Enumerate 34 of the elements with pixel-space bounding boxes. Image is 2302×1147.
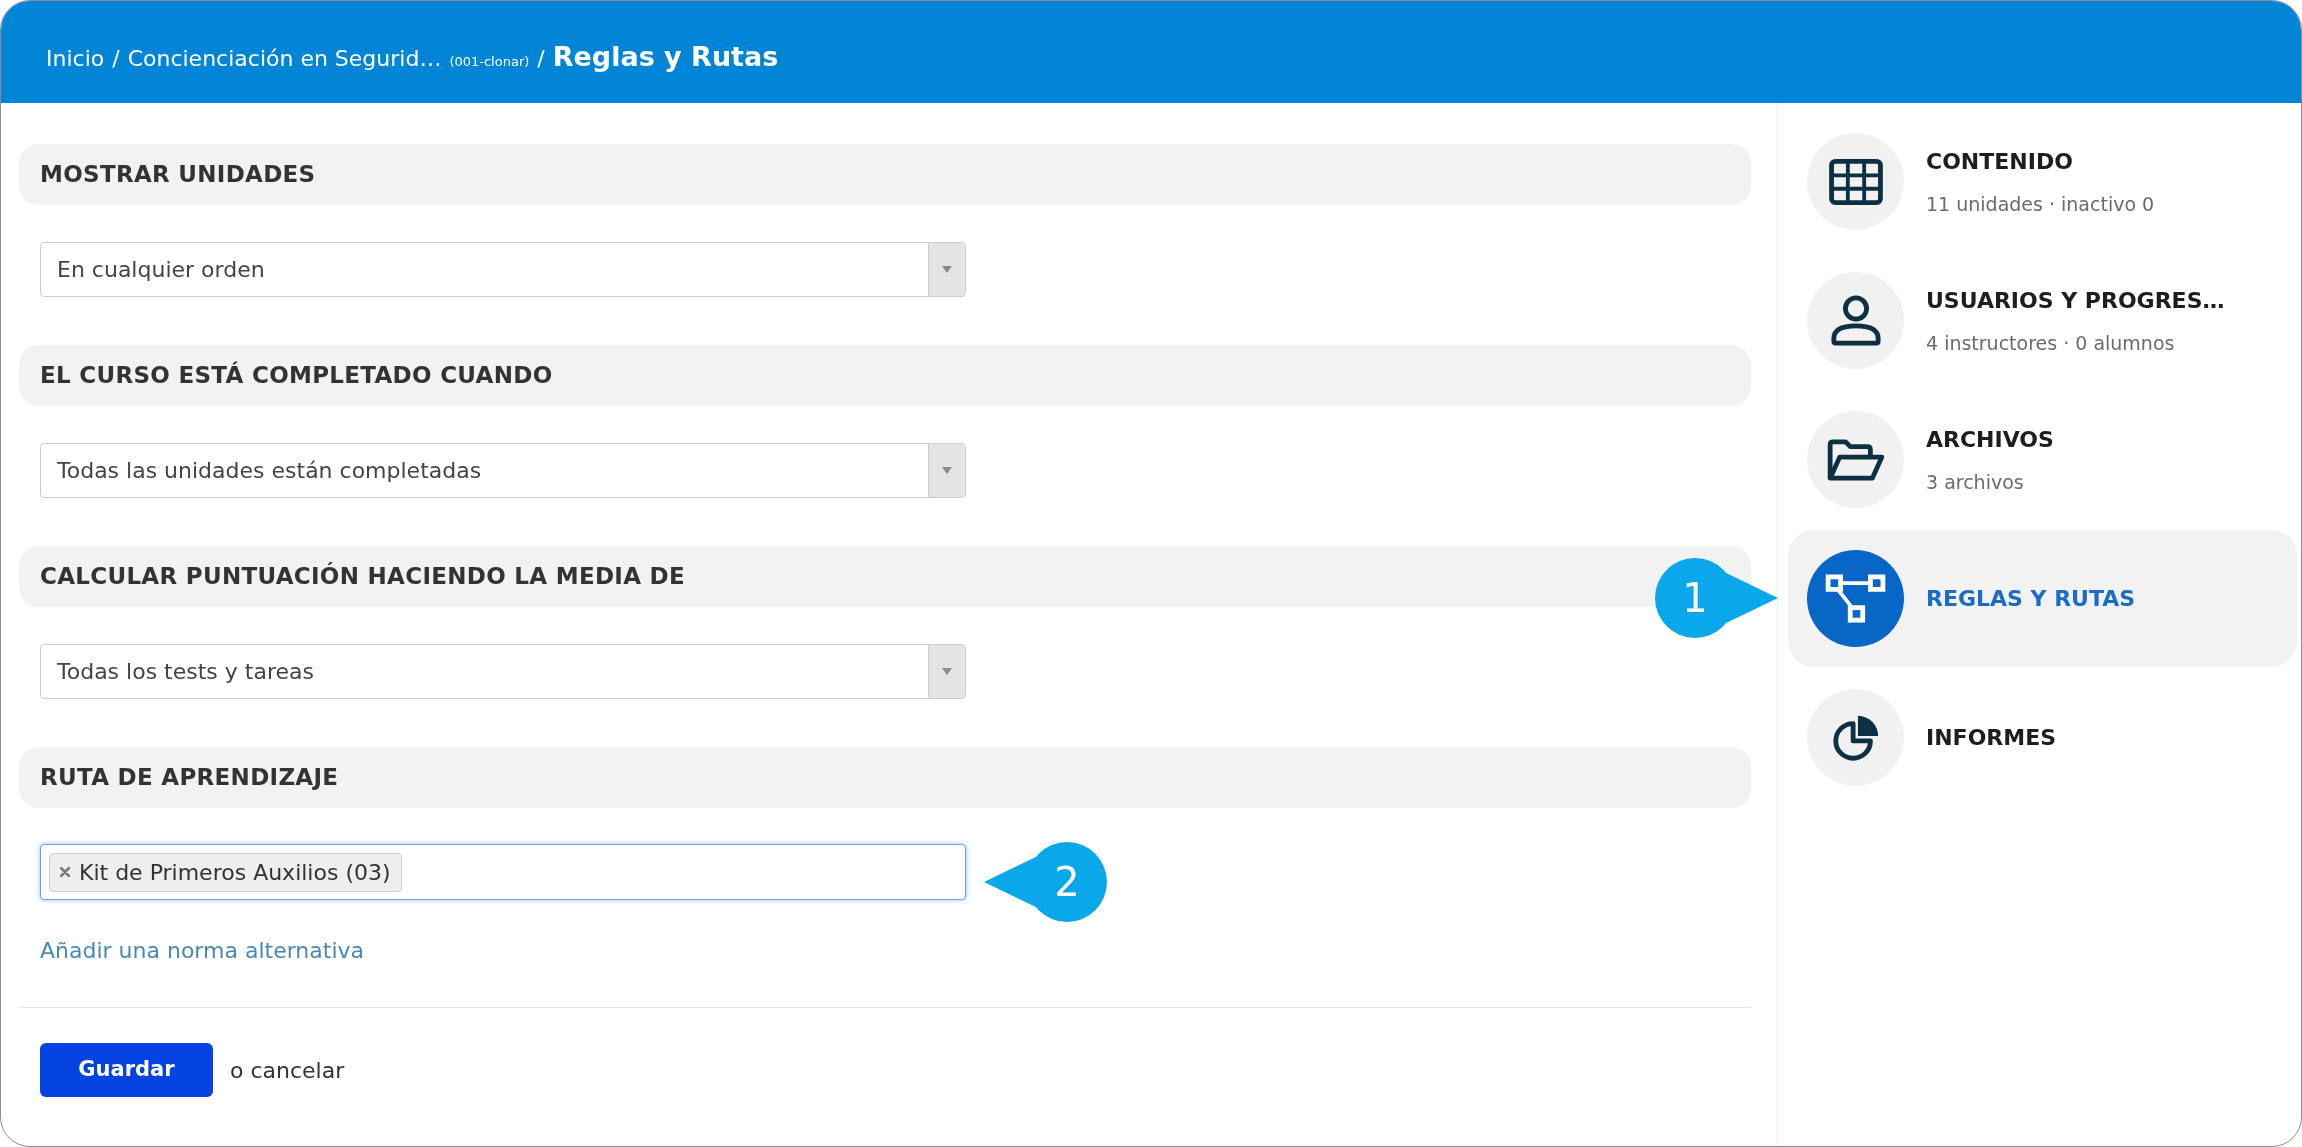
sidebar-item[interactable]: CONTENIDO 11 unidades · inactivo 0 (1788, 113, 2297, 250)
sidebar-item-subtitle: 4 instructores · 0 alumnos (1926, 330, 2176, 356)
sidebar-item-subtitle: 11 unidades · inactivo 0 (1926, 191, 2155, 217)
section-header: EL CURSO ESTÁ COMPLETADO CUANDO (19, 345, 1751, 406)
caret-icon (942, 467, 952, 474)
dropdown-select[interactable]: Todas las unidades están completadas (40, 443, 966, 498)
sidebar-item-title: CONTENIDO (1926, 147, 2074, 176)
cancel-link[interactable]: o cancelar (230, 1053, 345, 1087)
tag-chip: Kit de Primeros Auxilios (03) (49, 852, 402, 892)
add-rule-link[interactable]: Añadir una norma alternativa (40, 934, 364, 967)
sidebar-item[interactable]: USUARIOS Y PROGRES… 4 instructores · 0 alumnos (1788, 252, 2297, 389)
breadcrumb-separator: / (112, 45, 120, 73)
breadcrumb-separator: / (537, 45, 545, 73)
page-title: Reglas y Rutas (552, 40, 779, 74)
sidebar-item-title: USUARIOS Y PROGRES… (1926, 286, 2225, 315)
section-header: MOSTRAR UNIDADES (19, 144, 1751, 205)
sidebar-item-title: INFORMES (1926, 724, 2057, 752)
caret-icon (942, 266, 952, 273)
sidebar-item[interactable]: ARCHIVOS 3 archivos (1788, 391, 2297, 528)
remove-icon[interactable] (60, 867, 70, 877)
caret-icon (942, 668, 952, 675)
sidebar-item-title: REGLAS Y RUTAS (1926, 585, 2136, 613)
dropdown-select[interactable]: En cualquier orden (40, 242, 966, 297)
sidebar-item-subtitle: 3 archivos (1926, 469, 2025, 495)
tag-input-field[interactable]: Kit de Primeros Auxilios (03) (40, 844, 966, 900)
section-header: RUTA DE APRENDIZAJE (19, 747, 1751, 808)
sidebar-item-title: ARCHIVOS (1926, 425, 2054, 454)
course-code: (001-clonar) (449, 53, 530, 71)
breadcrumb-link[interactable]: Inicio (46, 42, 105, 75)
sidebar-item[interactable]: REGLAS Y RUTAS (1788, 530, 2297, 667)
save-button[interactable]: Guardar (40, 1043, 213, 1097)
sidebar-item[interactable]: INFORMES (1788, 669, 2297, 806)
dropdown-select[interactable]: Todas los tests y tareas (40, 644, 966, 699)
breadcrumb-link[interactable]: Concienciación en Segurid… (127, 42, 442, 75)
